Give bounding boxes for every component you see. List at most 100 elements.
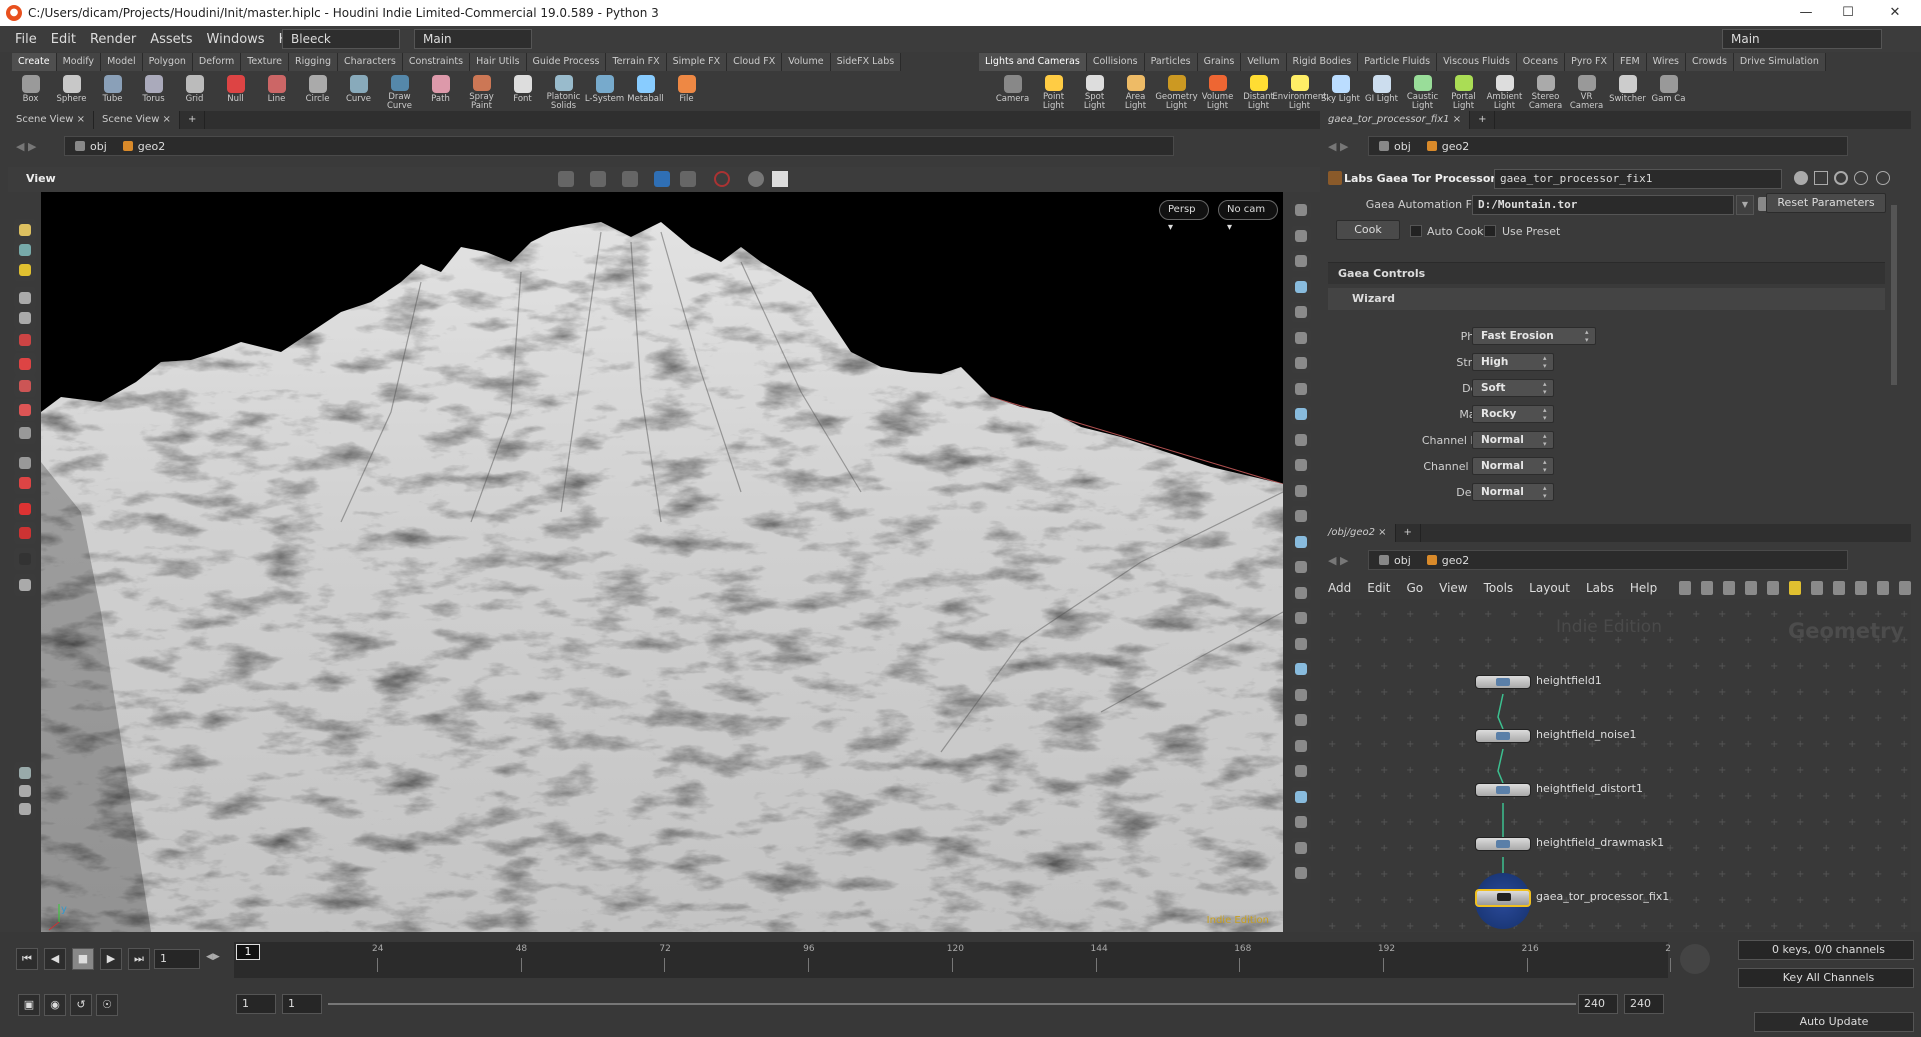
- panel-icon[interactable]: [1899, 581, 1912, 595]
- transform-icon[interactable]: [622, 171, 638, 187]
- brush-tool-icon[interactable]: [1291, 582, 1311, 603]
- file-tool-button[interactable]: File: [666, 71, 707, 111]
- persp-menu-button[interactable]: Persp ▾: [1159, 200, 1209, 233]
- display-mode-icon[interactable]: [654, 171, 670, 187]
- network-menu-view[interactable]: View: [1431, 581, 1475, 595]
- shelf-tab-terrain-fx[interactable]: Terrain FX: [606, 53, 667, 71]
- nav-arrows-icon[interactable]: ◀ ▶: [8, 140, 64, 153]
- shelf-tab-deform[interactable]: Deform: [192, 53, 242, 71]
- camera-icon[interactable]: [680, 171, 696, 187]
- ambient-light-tool-button[interactable]: Ambient Light: [1484, 71, 1525, 111]
- shelf-tab-grains[interactable]: Grains: [1197, 53, 1242, 71]
- shelf-tab-cloud-fx[interactable]: Cloud FX: [727, 53, 783, 71]
- spray-paint-tool-button[interactable]: Spray Paint: [461, 71, 502, 111]
- list-icon[interactable]: [1723, 581, 1736, 595]
- lock-icon[interactable]: [1291, 251, 1311, 271]
- tab-scene-view-2[interactable]: Scene View ×: [93, 111, 180, 129]
- light-icon[interactable]: [14, 498, 36, 520]
- shelf-tab-guide-process[interactable]: Guide Process: [526, 53, 607, 71]
- caustic-light-tool-button[interactable]: Caustic Light: [1402, 71, 1443, 111]
- tree-icon[interactable]: [1701, 581, 1714, 595]
- grid-tool-button[interactable]: Grid: [174, 71, 215, 111]
- node-heightfield-distort1[interactable]: [1475, 783, 1531, 797]
- minimize-button[interactable]: —: [1786, 0, 1826, 26]
- params-nav-icon[interactable]: ◀ ▶: [1320, 140, 1368, 153]
- network-menu-go[interactable]: Go: [1398, 581, 1431, 595]
- zoom-icon[interactable]: [1877, 581, 1890, 595]
- handle-icon[interactable]: [14, 375, 36, 397]
- layout-select[interactable]: Main: [414, 29, 532, 49]
- point-light-tool-button[interactable]: Point Light: [1033, 71, 1074, 111]
- key-scope-icon[interactable]: [1680, 944, 1710, 974]
- null-tool-button[interactable]: Null: [215, 71, 256, 111]
- param-menu-channel-depth[interactable]: Normal: [1472, 431, 1554, 449]
- volume-light-tool-button[interactable]: Volume Light: [1197, 71, 1238, 111]
- shelf-tab-sidefx-labs[interactable]: SideFX Labs: [830, 53, 902, 71]
- gallery-icon[interactable]: [1833, 581, 1846, 595]
- maximize-button[interactable]: ☐: [1828, 0, 1868, 26]
- camera-menu-button[interactable]: No cam ▾: [1218, 200, 1278, 233]
- record-icon[interactable]: [714, 171, 730, 187]
- shelf-tab-vellum[interactable]: Vellum: [1241, 53, 1287, 71]
- sync-icon[interactable]: ☉: [96, 994, 118, 1016]
- vr-camera-tool-button[interactable]: VR Camera: [1566, 71, 1607, 111]
- scene-path-field[interactable]: obj geo2: [64, 136, 1174, 156]
- param-menu-phase-1[interactable]: Fast Erosion: [1472, 327, 1596, 345]
- torus-tool-button[interactable]: Torus: [133, 71, 174, 111]
- paint-icon[interactable]: [1291, 608, 1311, 628]
- network-editor[interactable]: + Indie Edition Geometry heightfield1 hei…: [1320, 599, 1911, 931]
- palette-icon[interactable]: [1855, 581, 1868, 595]
- cook-button[interactable]: Cook: [1336, 220, 1400, 240]
- stop-button[interactable]: ■: [72, 948, 94, 970]
- brush-icon[interactable]: [14, 259, 36, 281]
- shelf-tab-particle-fluids[interactable]: Particle Fluids: [1358, 53, 1438, 71]
- step-back-button[interactable]: ◀: [44, 948, 66, 970]
- shelf-tab-oceans[interactable]: Oceans: [1516, 53, 1566, 71]
- menu-edit[interactable]: Edit: [44, 32, 83, 47]
- network-menu-tools[interactable]: Tools: [1476, 581, 1522, 595]
- select-mode-icon[interactable]: [590, 171, 606, 187]
- network-menu-help[interactable]: Help: [1622, 581, 1665, 595]
- bend-icon[interactable]: [1291, 761, 1311, 781]
- cube-icon[interactable]: [1291, 786, 1311, 807]
- close-button[interactable]: ✕: [1875, 0, 1915, 26]
- menu-render[interactable]: Render: [83, 32, 143, 47]
- path-geo2[interactable]: geo2: [117, 140, 175, 153]
- shelf-tab-wires[interactable]: Wires: [1646, 53, 1686, 71]
- shelf-tab-rigging[interactable]: Rigging: [289, 53, 339, 71]
- range-end-field[interactable]: 240: [1578, 994, 1618, 1014]
- params-path-obj[interactable]: obj: [1373, 140, 1421, 153]
- node-heightfield1[interactable]: [1475, 675, 1531, 689]
- spot-light-tool-button[interactable]: Spot Light: [1074, 71, 1115, 111]
- curve-tool-button[interactable]: Curve: [338, 71, 379, 111]
- screen-icon[interactable]: [1291, 812, 1311, 832]
- range-start2-field[interactable]: 1: [282, 994, 322, 1014]
- shelf-tab-polygon[interactable]: Polygon: [142, 53, 193, 71]
- shelf-tab-collisions[interactable]: Collisions: [1086, 53, 1145, 71]
- range-end2-field[interactable]: 240: [1624, 994, 1664, 1014]
- shelf-tab-model[interactable]: Model: [101, 53, 143, 71]
- frame-icon[interactable]: [1291, 633, 1311, 654]
- current-frame-field[interactable]: 1: [154, 949, 200, 969]
- automation-file-field[interactable]: D:/Mountain.tor: [1472, 195, 1734, 215]
- auto-cook-checkbox[interactable]: [1410, 225, 1422, 237]
- gear-icon[interactable]: [1794, 171, 1808, 185]
- grid-view-icon[interactable]: [1745, 581, 1758, 595]
- draw-curve-tool-button[interactable]: Draw Curve: [379, 71, 420, 111]
- transform-handle-icon[interactable]: [14, 239, 36, 261]
- shelf-tab-characters[interactable]: Characters: [338, 53, 403, 71]
- network-path-geo2[interactable]: geo2: [1421, 554, 1479, 567]
- switcher-tool-button[interactable]: Switcher: [1607, 71, 1648, 111]
- shelf-tab-viscous-fluids[interactable]: Viscous Fluids: [1437, 53, 1517, 71]
- shelf-tab-rigid-bodies[interactable]: Rigid Bodies: [1286, 53, 1359, 71]
- tab-network[interactable]: /obj/geo2 ×: [1320, 524, 1396, 542]
- sphere-shading-icon[interactable]: [1291, 302, 1311, 322]
- environment-light-tool-button[interactable]: Environment Light: [1272, 71, 1327, 111]
- image-icon[interactable]: [1811, 581, 1824, 595]
- stereo-camera-tool-button[interactable]: Stereo Camera: [1525, 71, 1566, 111]
- rotate-icon[interactable]: [14, 329, 36, 351]
- add-tab-params-icon[interactable]: +: [1470, 111, 1496, 129]
- wizard-tab[interactable]: Wizard: [1328, 288, 1885, 310]
- add-tab-network-icon[interactable]: +: [1396, 524, 1421, 542]
- right-layout-select[interactable]: Main: [1722, 29, 1882, 49]
